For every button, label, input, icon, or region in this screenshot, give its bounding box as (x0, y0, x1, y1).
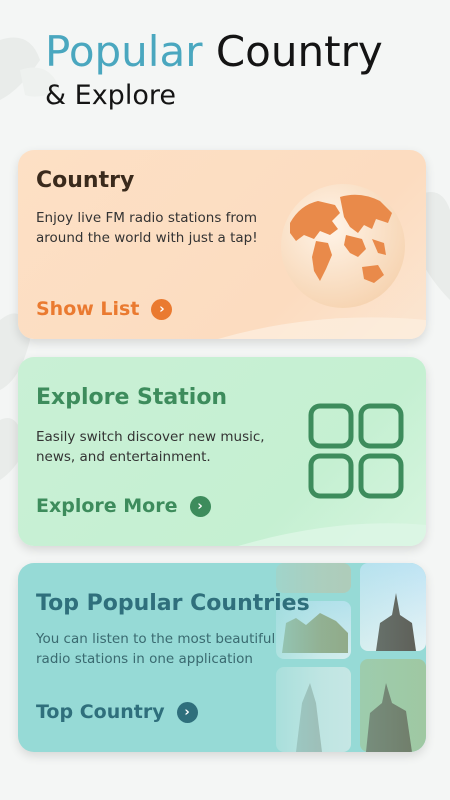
explore-more-button[interactable]: Explore More › (36, 495, 211, 517)
action-label: Show List (36, 298, 140, 320)
action-label: Top Country (36, 701, 165, 723)
explore-station-card[interactable]: Explore Station Easily switch discover n… (18, 357, 426, 546)
grid-icon (308, 403, 404, 499)
card-description: Easily switch discover new music, news, … (36, 429, 265, 465)
page-title: Popular Country (45, 26, 383, 78)
page-title-accent: Popular (45, 27, 203, 76)
card-title: Explore Station (36, 385, 228, 410)
action-label: Explore More (36, 495, 178, 517)
card-description: Enjoy live FM radio stations from around… (36, 210, 258, 246)
top-countries-card[interactable]: Top Popular Countries You can listen to … (18, 563, 426, 752)
card-title: Country (36, 168, 135, 193)
chevron-right-icon: › (189, 495, 211, 517)
page-subtitle: & Explore (45, 80, 176, 111)
card-description: You can listen to the most beautiful rad… (36, 631, 276, 667)
header: Popular Country & Explore (45, 26, 383, 111)
chevron-right-icon: › (151, 298, 173, 320)
top-country-button[interactable]: Top Country › (36, 701, 198, 723)
page-title-rest: Country (215, 27, 383, 76)
card-title: Top Popular Countries (36, 591, 310, 616)
country-card[interactable]: Country Enjoy live FM radio stations fro… (18, 150, 426, 339)
show-list-button[interactable]: Show List › (36, 298, 173, 320)
chevron-right-icon: › (176, 701, 198, 723)
globe-icon (281, 184, 405, 308)
